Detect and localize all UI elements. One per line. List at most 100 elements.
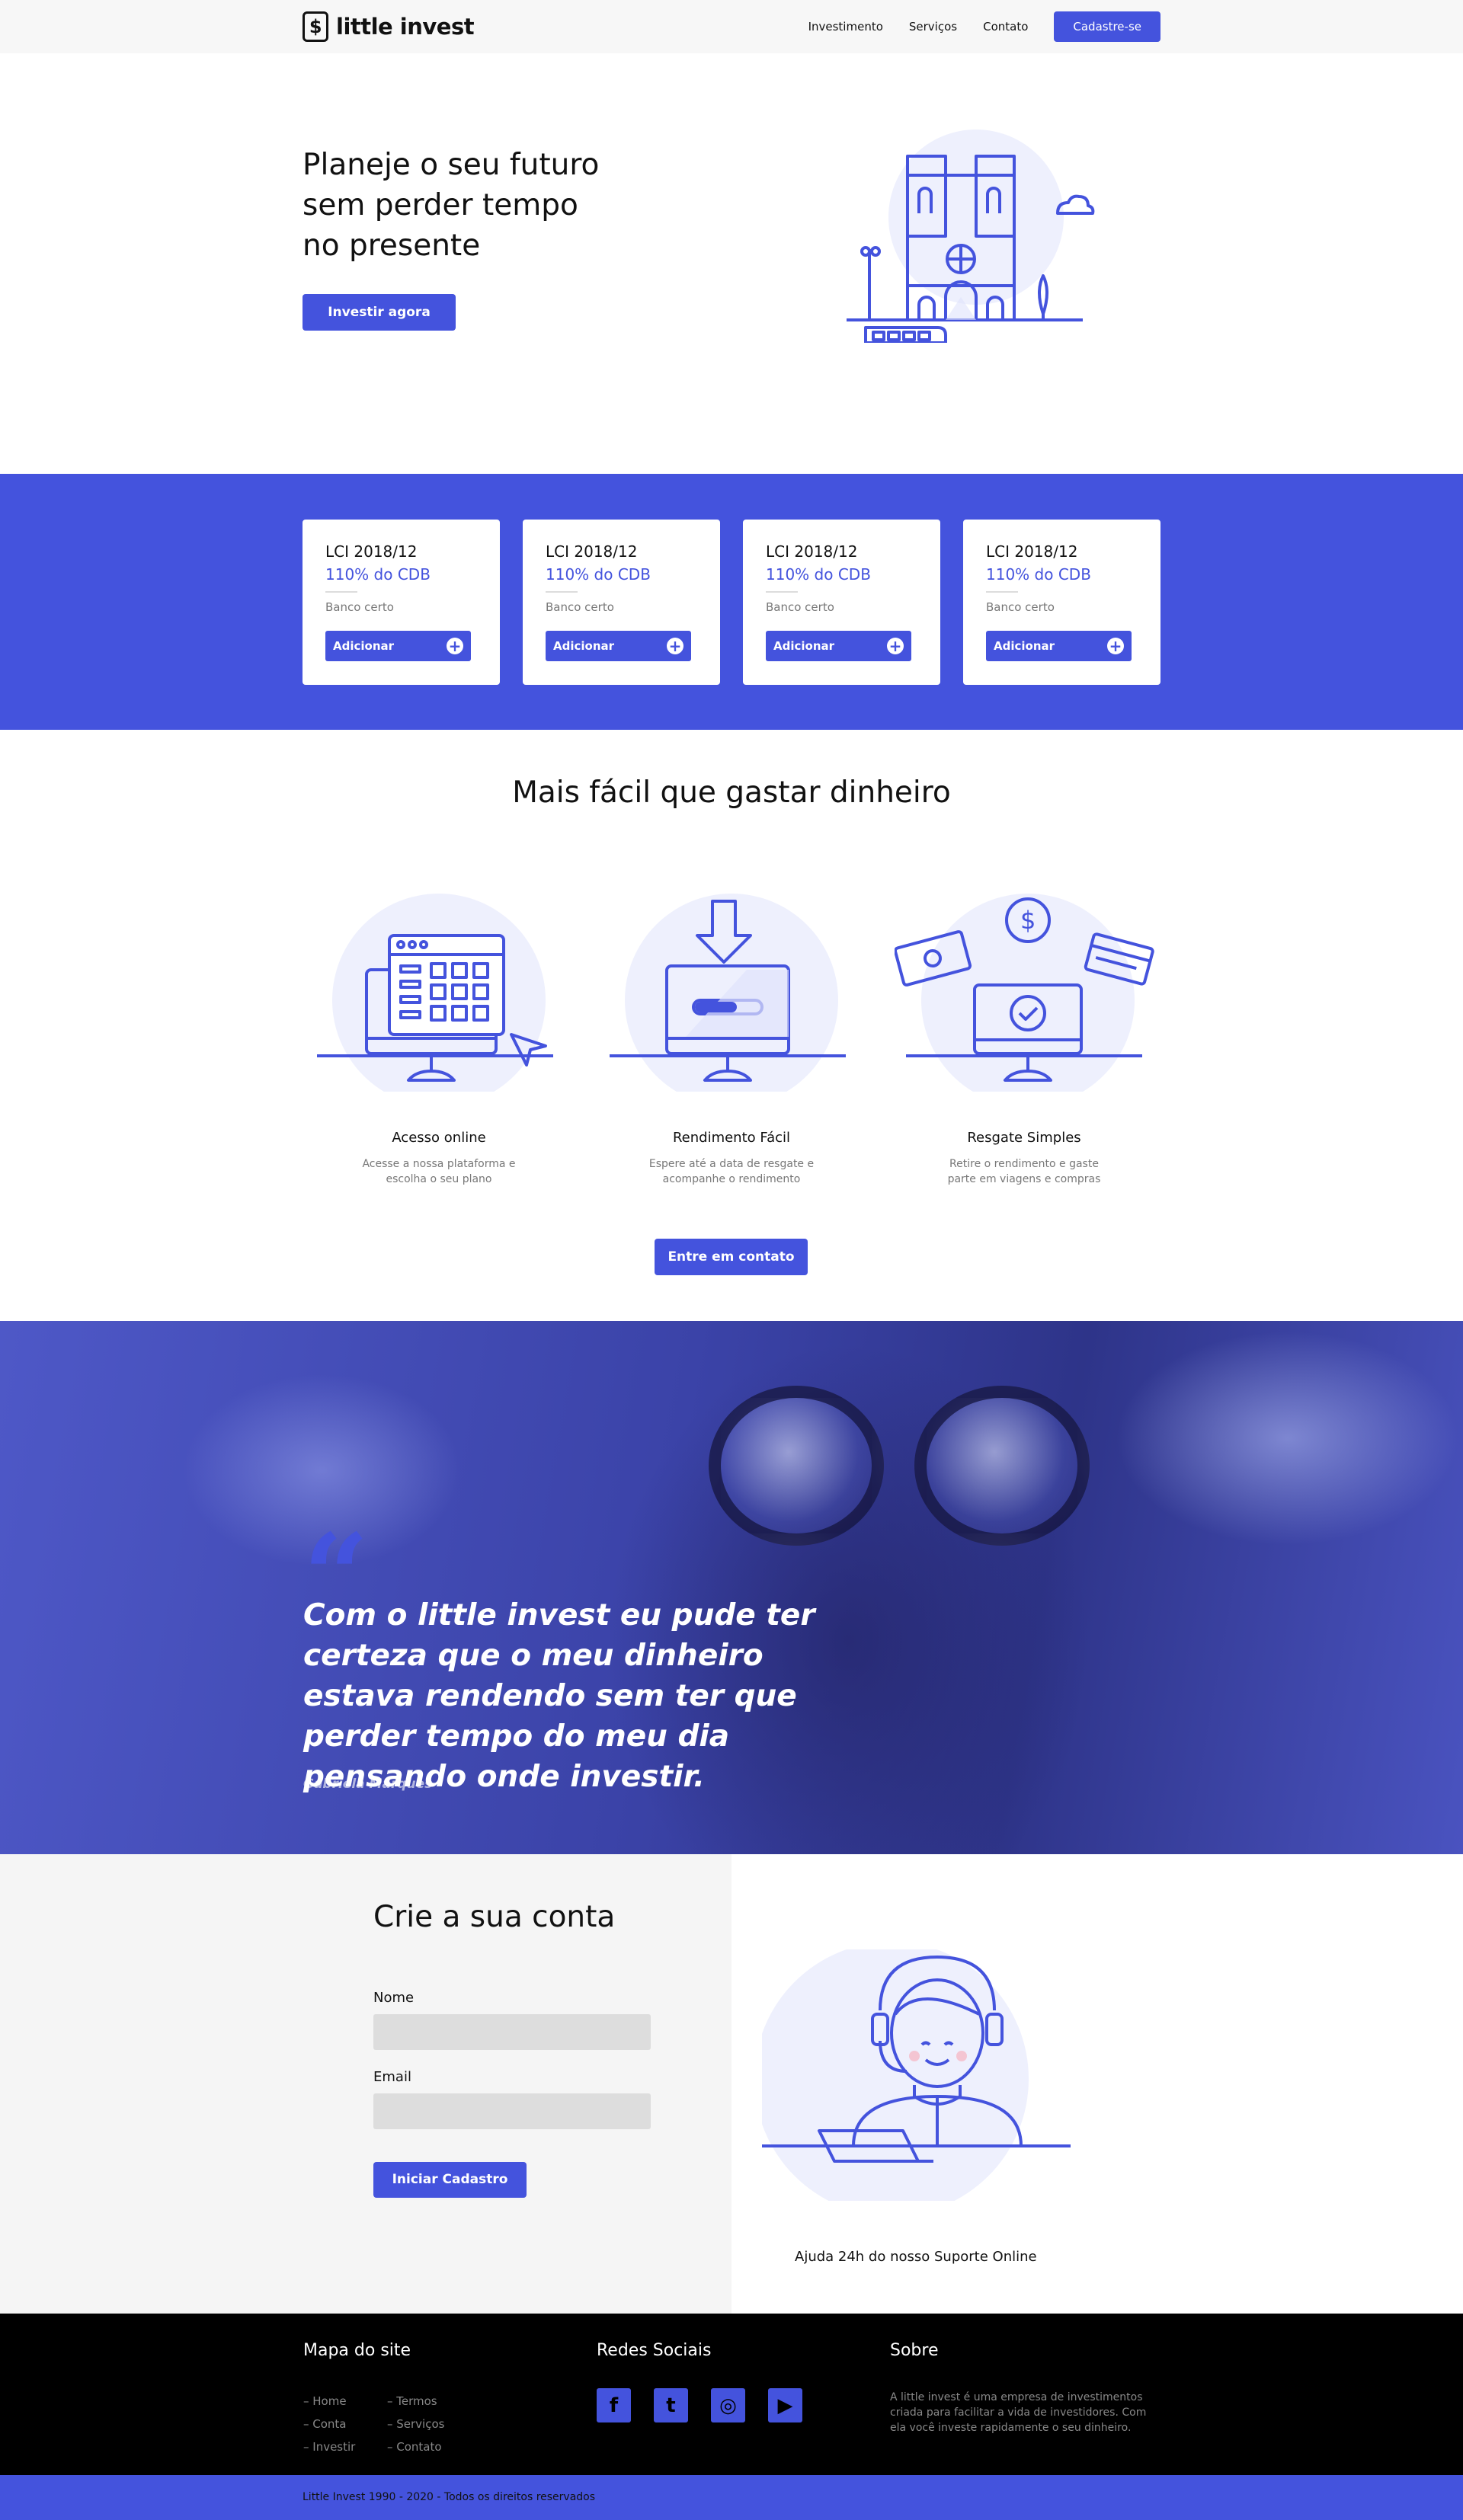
card-divider [325, 591, 357, 593]
card-title: LCI 2018/12 [325, 542, 418, 561]
svg-text:$: $ [1020, 906, 1036, 935]
footer-link-servicos[interactable]: – Serviços [387, 2413, 444, 2435]
computer-calendar-icon [317, 894, 553, 1092]
card-rate: 110% do CDB [325, 565, 431, 584]
hero-title-line: sem perder tempo [303, 188, 578, 222]
name-input[interactable] [373, 2014, 651, 2050]
card-divider [986, 591, 1018, 593]
site-header: $ little invest Investimento Serviços Co… [0, 0, 1463, 53]
add-button-label: Adicionar [994, 639, 1055, 653]
nav-link-servicos[interactable]: Serviços [909, 20, 957, 34]
testimonial-quote: Com o little invest eu pude ter certeza … [303, 1598, 815, 1794]
card-bank: Banco certo [986, 600, 1055, 614]
add-investment-button[interactable]: Adicionar + [546, 631, 691, 661]
social-title: Redes Sociais [597, 2341, 712, 2360]
support-caption: Ajuda 24h do nosso Suporte Online [795, 2249, 1037, 2265]
site-footer: Mapa do site – Home – Conta – Investir –… [0, 2314, 1463, 2475]
feature-description: Retire o rendimento e gaste parte em via… [947, 1158, 1101, 1185]
footer-link-home[interactable]: – Home [303, 2390, 355, 2413]
investment-card: LCI 2018/12 110% do CDB Banco certo Adic… [303, 520, 500, 685]
feature-simple-withdrawal: $ Resgate Simples Retire o rendimento e … [895, 894, 1154, 1187]
main-nav: Investimento Serviços Contato Cadastre-s… [808, 11, 1160, 42]
sitemap-column-2: – Termos – Serviços – Contato [387, 2390, 444, 2458]
card-rate: 110% do CDB [986, 565, 1091, 584]
add-button-label: Adicionar [553, 639, 615, 653]
card-divider [546, 591, 578, 593]
add-investment-button[interactable]: Adicionar + [986, 631, 1132, 661]
city-illustration [847, 130, 1095, 343]
investment-card: LCI 2018/12 110% do CDB Banco certo Adic… [743, 520, 940, 685]
dollar-icon: $ [303, 11, 328, 42]
about-text: A little invest é uma empresa de investi… [890, 2391, 1147, 2434]
card-bank: Banco certo [546, 600, 614, 614]
add-investment-button[interactable]: Adicionar + [766, 631, 911, 661]
footer-link-investir[interactable]: – Investir [303, 2435, 355, 2458]
investment-card: LCI 2018/12 110% do CDB Banco certo Adic… [963, 520, 1160, 685]
hero-title-line: no presente [303, 229, 481, 263]
feature-online-access: Acesso online Acesse a nossa plataforma … [309, 894, 568, 1187]
features-section: Mais fácil que gastar dinheiro Acesso on… [0, 730, 1463, 1321]
card-rate: 110% do CDB [766, 565, 871, 584]
logo[interactable]: $ little invest [303, 11, 475, 42]
signup-title: Crie a sua conta [373, 1900, 616, 1934]
copyright-bar: Little Invest 1990 - 2020 - Todos os dir… [0, 2475, 1463, 2520]
card-title: LCI 2018/12 [766, 542, 858, 561]
signup-panel [0, 1854, 732, 2314]
card-bank: Banco certo [325, 600, 394, 614]
footer-link-contato[interactable]: – Contato [387, 2435, 444, 2458]
add-button-label: Adicionar [773, 639, 835, 653]
card-bank: Banco certo [766, 600, 834, 614]
feature-title: Resgate Simples [967, 1130, 1081, 1146]
signup-nav-button[interactable]: Cadastre-se [1054, 11, 1160, 42]
plus-icon: + [887, 638, 904, 654]
email-label: Email [373, 2069, 411, 2085]
hero-section: Planeje o seu futuro sem perder tempo no… [0, 53, 1463, 474]
logo-text: little invest [336, 14, 475, 40]
background-photo-glasses-left [709, 1386, 884, 1546]
facebook-icon[interactable]: f [597, 2388, 631, 2422]
hero-title-line: Planeje o seu futuro [303, 148, 600, 182]
name-label: Nome [373, 1990, 415, 2006]
plus-icon: + [1107, 638, 1124, 654]
features-title: Mais fácil que gastar dinheiro [512, 776, 951, 810]
card-title: LCI 2018/12 [546, 542, 638, 561]
start-signup-button[interactable]: Iniciar Cadastro [373, 2162, 527, 2198]
email-input[interactable] [373, 2093, 651, 2129]
footer-link-termos[interactable]: – Termos [387, 2390, 444, 2413]
hero-title: Planeje o seu futuro sem perder tempo no… [303, 145, 653, 266]
sitemap-column-1: – Home – Conta – Investir [303, 2390, 355, 2458]
investment-cards-section: LCI 2018/12 110% do CDB Banco certo Adic… [0, 474, 1463, 730]
signup-section: Crie a sua conta Nome Email Iniciar Cada… [0, 1854, 1463, 2314]
add-investment-button[interactable]: Adicionar + [325, 631, 471, 661]
card-divider [766, 591, 798, 593]
social-links: f t ◎ ▶ [597, 2388, 802, 2422]
card-title: LCI 2018/12 [986, 542, 1078, 561]
computer-download-icon [610, 894, 846, 1092]
contact-button[interactable]: Entre em contato [655, 1239, 808, 1275]
instagram-icon[interactable]: ◎ [711, 2388, 745, 2422]
sitemap-title: Mapa do site [303, 2341, 411, 2360]
computer-money-icon: $ [895, 894, 1154, 1092]
testimonial-author: Gabriela Marques [303, 1776, 433, 1792]
background-photo-glasses-right [914, 1386, 1090, 1546]
testimonial-section: “ Com o little invest eu pude ter certez… [0, 1321, 1463, 1854]
copyright-text: Little Invest 1990 - 2020 - Todos os dir… [303, 2491, 596, 2503]
footer-link-conta[interactable]: – Conta [303, 2413, 355, 2435]
feature-description: Acesse a nossa plataforma e escolha o se… [362, 1158, 516, 1185]
plus-icon: + [447, 638, 463, 654]
feature-easy-yield: Rendimento Fácil Espere até a data de re… [602, 894, 861, 1187]
investment-card: LCI 2018/12 110% do CDB Banco certo Adic… [523, 520, 720, 685]
feature-title: Acesso online [392, 1130, 486, 1146]
invest-now-button[interactable]: Investir agora [303, 294, 456, 331]
about-title: Sobre [890, 2341, 939, 2360]
feature-description: Espere até a data de resgate e acompanhe… [648, 1158, 815, 1185]
youtube-icon[interactable]: ▶ [768, 2388, 802, 2422]
twitter-icon[interactable]: t [654, 2388, 688, 2422]
support-agent-illustration [762, 1949, 1071, 2201]
feature-title: Rendimento Fácil [672, 1130, 791, 1146]
card-rate: 110% do CDB [546, 565, 651, 584]
plus-icon: + [667, 638, 683, 654]
nav-link-investimento[interactable]: Investimento [808, 20, 883, 34]
nav-link-contato[interactable]: Contato [983, 20, 1028, 34]
add-button-label: Adicionar [333, 639, 395, 653]
